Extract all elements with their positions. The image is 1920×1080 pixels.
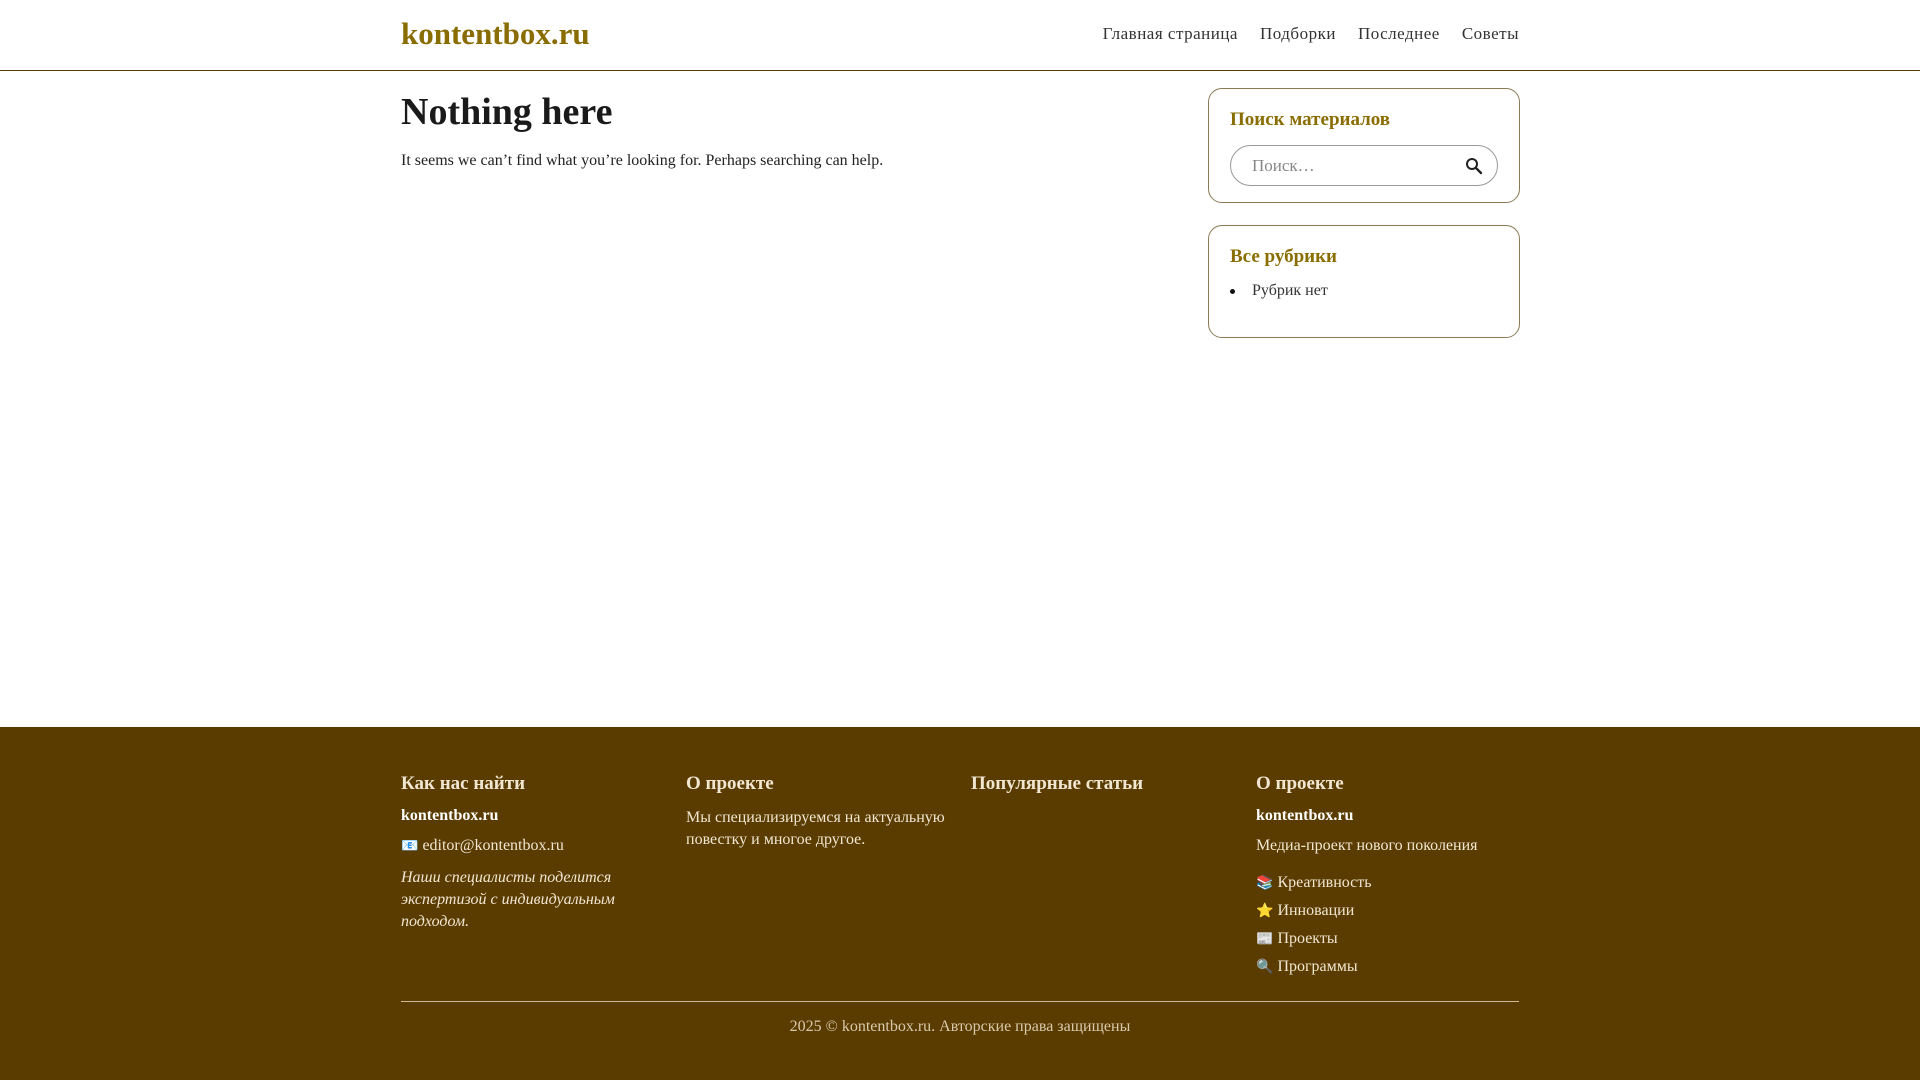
categories-widget: Все рубрики Рубрик нет [1208, 225, 1520, 338]
email-icon: 📧 [401, 838, 419, 854]
footer-link-creativity[interactable]: 📚 Креативность [1256, 869, 1521, 897]
nav-item-latest[interactable]: Последнее [1358, 24, 1440, 44]
magnifier-icon: 🔍 [1256, 959, 1274, 975]
footer-email: 📧 editor@kontentbox.ru [401, 835, 666, 857]
search-input[interactable] [1231, 146, 1497, 185]
footer-note: Наши специалисты поделится экспертизой с… [401, 869, 615, 930]
site-header: kontentbox.ru Главная страница Подборки … [0, 0, 1920, 71]
footer-about: О проекте Мы специализируемся на актуаль… [686, 773, 951, 861]
footer-divider [401, 1001, 1519, 1002]
footer-link-programs[interactable]: 🔍 Программы [1256, 953, 1521, 981]
search-widget: Поиск материалов [1208, 88, 1520, 203]
page-title: Nothing here [401, 91, 613, 133]
footer-link-projects[interactable]: 📰 Проекты [1256, 925, 1521, 953]
footer-tagline: Медиа-проект нового поколения [1256, 837, 1478, 854]
category-list: Рубрик нет [1230, 282, 1498, 300]
site-logo[interactable]: kontentbox.ru [401, 16, 590, 52]
newspaper-icon: 📰 [1256, 931, 1274, 947]
footer-about-text: Мы специализируемся на актуальную повест… [686, 809, 945, 848]
not-found-message: It seems we can’t find what you’re looki… [401, 152, 884, 169]
nav-item-collections[interactable]: Подборки [1260, 24, 1336, 44]
footer-project: О проекте kontentbox.ru Медиа-проект нов… [1256, 773, 1521, 981]
footer-link-label: Инновации [1277, 902, 1355, 919]
footer-project-title: О проекте [1256, 773, 1344, 794]
list-item: Рубрик нет [1230, 282, 1498, 300]
footer-link-label: Креативность [1277, 874, 1372, 891]
footer-popular: Популярные статьи [971, 773, 1236, 807]
footer-link-innovations[interactable]: ⭐ Инновации [1256, 897, 1521, 925]
footer-contacts-title: Как нас найти [401, 773, 526, 794]
books-icon: 📚 [1256, 875, 1274, 891]
bullet-icon [1230, 288, 1235, 294]
category-empty-label: Рубрик нет [1252, 282, 1328, 299]
nav-item-tips[interactable]: Советы [1462, 24, 1519, 44]
footer-popular-title: Популярные статьи [971, 773, 1144, 794]
footer-site-name: kontentbox.ru [401, 807, 499, 824]
nav-item-home[interactable]: Главная страница [1103, 24, 1238, 44]
footer-project-name: kontentbox.ru [1256, 807, 1354, 824]
search-form [1230, 145, 1498, 186]
site-footer: Как нас найти kontentbox.ru 📧 editor@kont… [0, 727, 1920, 1080]
categories-widget-title: Все рубрики [1230, 246, 1337, 267]
main-nav: Главная страница Подборки Последнее Сове… [1103, 24, 1519, 44]
search-icon[interactable] [1465, 157, 1483, 175]
search-widget-title: Поиск материалов [1230, 109, 1391, 130]
footer-link-label: Программы [1277, 958, 1358, 975]
copyright: 2025 © kontentbox.ru. Авторские права за… [789, 1018, 1131, 1035]
footer-about-title: О проекте [686, 773, 774, 794]
email-link[interactable]: editor@kontentbox.ru [422, 837, 563, 854]
star-icon: ⭐ [1256, 903, 1274, 919]
footer-contacts: Как нас найти kontentbox.ru 📧 editor@kont… [401, 773, 666, 933]
footer-link-label: Проекты [1277, 930, 1338, 947]
